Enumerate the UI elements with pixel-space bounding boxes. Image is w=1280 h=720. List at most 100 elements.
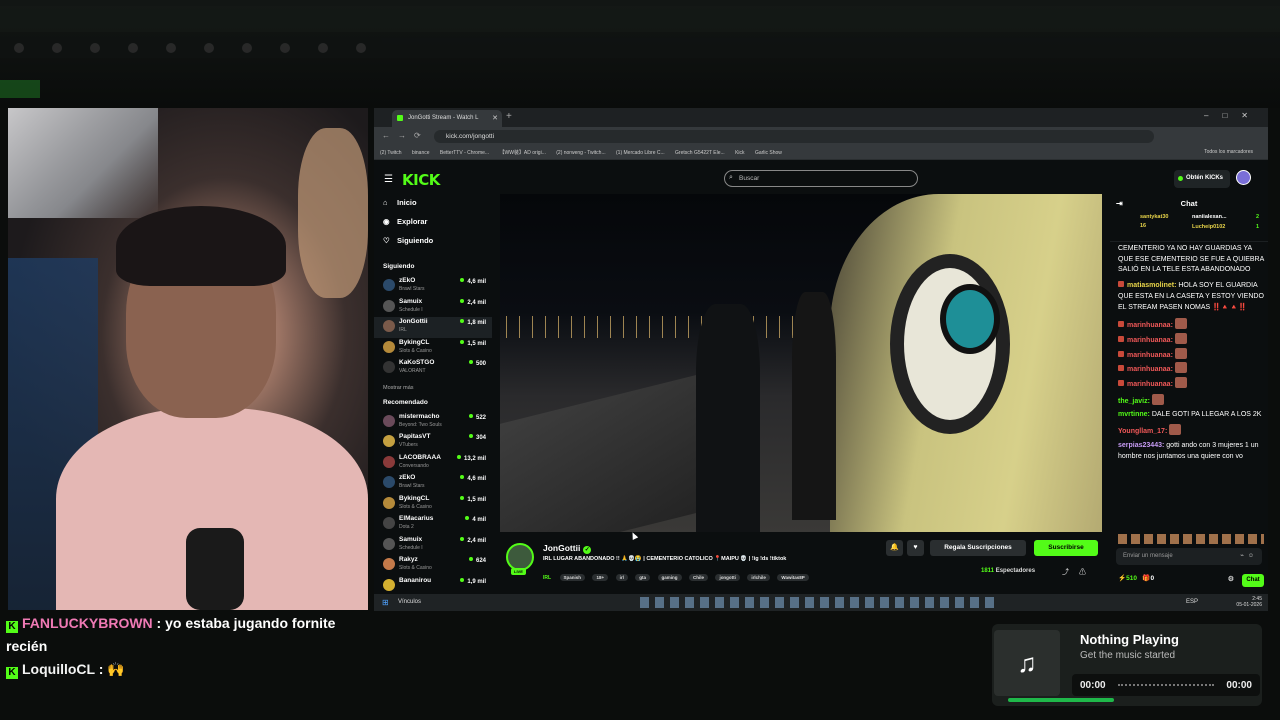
bell-icon[interactable]: 🔔 [886, 540, 903, 556]
heart-icon[interactable]: ♥ [907, 540, 924, 556]
sidebar-channel[interactable]: KaKoSTGO VALORANT 500 [374, 358, 492, 379]
sidebar-channel[interactable]: BykingCL Slots & Casino 1,5 mil [374, 338, 492, 359]
bookmark-item[interactable]: Gretsch G5422T Ele... [675, 150, 725, 156]
sidebar: ⌂ Inicio ◉ Explorar ♡ Siguiendo Siguiendo z… [374, 194, 492, 592]
show-more-link[interactable]: Mostrar más [383, 385, 492, 391]
share-icon[interactable]: ⤴⚠ [1062, 567, 1096, 577]
bookmarks-bar: (2) Twitch binance BetterTTV - Chrome...… [374, 145, 1268, 160]
sidebar-channel[interactable]: Samuix Schedule I 2,4 mil [374, 535, 492, 556]
streamer-name[interactable]: JonGottii ✓ [543, 543, 592, 554]
avatar [383, 537, 395, 550]
emote-bar[interactable] [1118, 534, 1264, 544]
subscribe-button[interactable]: Suscribirse [1034, 540, 1098, 556]
overlay-username: FANLUCKYBROWN [22, 615, 153, 631]
video-player[interactable] [500, 194, 1102, 532]
chat-input[interactable]: Enviar un mensaje ⌁☺ [1116, 548, 1262, 565]
sidebar-channel[interactable]: LACOBRAAA Conversando 13,2 mil [374, 453, 492, 474]
taskbar-app-icons[interactable] [640, 597, 1000, 608]
tag[interactable]: irlchile [747, 574, 770, 581]
new-tab-icon[interactable]: + [506, 111, 512, 122]
gear-icon[interactable]: ⚙ [1228, 575, 1234, 583]
badge-icon [1118, 281, 1124, 288]
browser-window: JonGotti Stream - Watch L ✕ + –□✕ ←→⟳ ki… [374, 108, 1268, 611]
bookmark-item[interactable]: Garlic Show [755, 150, 782, 156]
sidebar-channel[interactable]: zEkO Brawl Stars 4,6 mil [374, 473, 492, 494]
badge-icon [1118, 335, 1124, 342]
url-input[interactable]: kick.com/jongotti [434, 130, 1154, 143]
sidebar-channel[interactable]: Samuix Schedule I 2,4 mil [374, 297, 492, 318]
taskbar-clock[interactable]: 2:45 05-01-2026 [1236, 596, 1262, 608]
bookmark-item[interactable]: (1) Mercado Libre C... [616, 150, 665, 156]
leaderboard-user[interactable]: naniialexan... [1192, 214, 1227, 220]
bookmark-item[interactable]: Kick [735, 150, 744, 156]
close-icon[interactable]: ✕ [492, 114, 498, 122]
music-progress: 00:00 00:00 [1072, 674, 1260, 696]
language-indicator[interactable]: ESP [1186, 599, 1198, 605]
music-subtitle: Get the music started [1080, 650, 1176, 661]
all-bookmarks[interactable]: Todos los marcadores [1204, 149, 1253, 155]
taskbar-links[interactable]: Vínculos [398, 599, 421, 605]
kicks-balance[interactable]: ⚡510 [1118, 575, 1137, 582]
bookmark-item[interactable]: 【WW装】AD origi... [499, 150, 545, 156]
user-avatar[interactable] [1236, 170, 1251, 185]
music-note-icon: ♫ [994, 630, 1060, 696]
search-input[interactable]: ⌕ Buscar [724, 170, 918, 187]
tag[interactable]: irl [615, 574, 628, 581]
bookmark-item[interactable]: (2) norweng - Twitch... [556, 150, 605, 156]
plush-toy [298, 128, 368, 298]
bookmark-item[interactable]: binance [412, 150, 430, 156]
leaderboard-count: 2 [1256, 214, 1260, 220]
chat-input-placeholder: Enviar un mensaje [1123, 553, 1173, 559]
tag[interactable]: jongotti [715, 574, 740, 581]
sidebar-channel[interactable]: mistermacho Beyond: Two Souls 522 [374, 412, 492, 433]
category-link[interactable]: IRL [543, 575, 551, 581]
chat-messages: CEMENTERIO YA NO HAY GUARDIAS YA QUE ESE… [1118, 244, 1264, 467]
tag[interactable]: 18+ [592, 574, 609, 581]
tag[interactable]: gta [635, 574, 651, 581]
streamer-avatar[interactable] [506, 543, 534, 571]
sidebar-channel[interactable]: Rakyz Slots & Casino 624 [374, 555, 492, 576]
tab-kick-stream[interactable]: JonGotti Stream - Watch L ✕ [392, 110, 502, 127]
avatar [383, 455, 395, 468]
chat-send-button[interactable]: Chat [1242, 574, 1264, 587]
leaderboard-user[interactable]: Lucheip0102 [1192, 224, 1225, 230]
live-badge: LIVE [511, 568, 526, 575]
windows-start-icon[interactable]: ⊞ [382, 598, 389, 607]
nav-explore[interactable]: ◉ Explorar [383, 217, 492, 236]
sidebar-channel[interactable]: ElMacarius Dota 24 mil [374, 514, 492, 535]
music-widget: ♫ Nothing Playing Get the music started … [992, 624, 1262, 706]
get-kicks-button[interactable]: Obtén KICKs [1174, 170, 1230, 188]
tag[interactable]: gaming [657, 574, 682, 581]
overlay-chat-message: K LoquilloCL : 🙌 [6, 658, 376, 681]
nav-following[interactable]: ♡ Siguiendo [383, 236, 492, 255]
sidebar-channel-active[interactable]: JonGottii IRL 1,8 mil [374, 317, 492, 338]
chat-message: matiasmolinet: HOLA SOY EL GUARDIA QUE E… [1118, 281, 1264, 311]
bookmark-item[interactable]: (2) Twitch [380, 150, 402, 156]
overlay-chat: K FANLUCKYBROWN : yo estaba jugando forni… [6, 612, 376, 681]
tag[interactable]: Wawitas8P [777, 574, 809, 581]
tag[interactable]: Chile [688, 574, 708, 581]
nav-home[interactable]: ⌂ Inicio [383, 198, 492, 217]
webcam-feed [8, 108, 368, 610]
emoji-icon[interactable]: ⌁☺ [1240, 552, 1258, 559]
gift-count[interactable]: 🎁0 [1142, 575, 1154, 582]
sidebar-channel[interactable]: BykingCL Slots & Casino 1,5 mil [374, 494, 492, 515]
collapse-icon[interactable]: ⇥ [1116, 194, 1123, 214]
sidebar-nav: ⌂ Inicio ◉ Explorar ♡ Siguiendo [374, 194, 492, 255]
avatar [383, 361, 395, 373]
sidebar-channel[interactable]: PapitasVT VTubers 304 [374, 432, 492, 453]
window-controls[interactable]: –□✕ [1204, 111, 1262, 120]
emote-icon [1174, 318, 1187, 330]
avatar [383, 299, 395, 312]
gift-subs-button[interactable]: Regala Suscripciones [930, 540, 1026, 556]
tag[interactable]: Spanish [559, 574, 586, 581]
leaderboard-user[interactable]: santykat30 [1140, 214, 1168, 220]
bookmark-item[interactable]: BetterTTV - Chrome... [440, 150, 489, 156]
avatar [383, 320, 395, 332]
kick-logo[interactable]: KICK [402, 171, 440, 189]
menu-icon[interactable]: ☰ [384, 174, 393, 185]
avatar [383, 496, 395, 509]
sidebar-channel[interactable]: Bananirou 1,9 mil [374, 576, 492, 593]
sidebar-channel[interactable]: zEkO Brawl Stars 4,6 mil [374, 276, 492, 297]
nav-arrows-icon[interactable]: ←→⟳ [382, 131, 429, 140]
